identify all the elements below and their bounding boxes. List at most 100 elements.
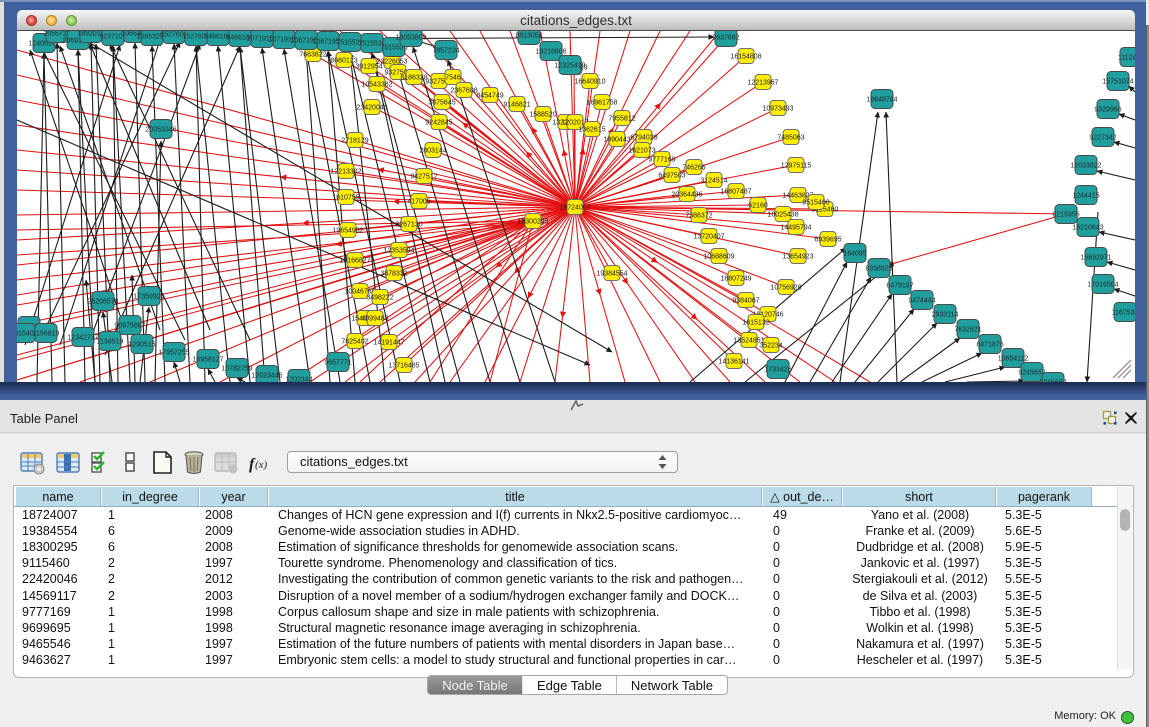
svg-text:2367608: 2367608 <box>450 88 477 95</box>
svg-text:17016504: 17016504 <box>1087 282 1118 289</box>
svg-text:16958127: 16958127 <box>192 357 223 364</box>
svg-text:7625402: 7625402 <box>341 339 368 346</box>
svg-text:18724007: 18724007 <box>559 205 590 212</box>
svg-text:10025438: 10025438 <box>767 212 798 219</box>
svg-text:16053809: 16053809 <box>395 35 426 42</box>
svg-text:12325419: 12325419 <box>554 63 585 70</box>
svg-text:16961758: 16961758 <box>586 100 617 107</box>
svg-text:23420046: 23420046 <box>356 105 387 112</box>
svg-text:9242845: 9242845 <box>425 120 452 127</box>
svg-text:10973493: 10973493 <box>762 106 793 113</box>
svg-text:6939695: 6939695 <box>814 237 841 244</box>
svg-text:352234: 352234 <box>759 343 782 350</box>
svg-text:2637682: 2637682 <box>712 35 739 42</box>
svg-text:9227342: 9227342 <box>1089 135 1116 142</box>
svg-text:16807487: 16807487 <box>720 189 751 196</box>
svg-text:20364436: 20364436 <box>671 192 702 199</box>
svg-text:2933114: 2933114 <box>932 312 959 319</box>
svg-text:2718129: 2718129 <box>341 138 368 145</box>
svg-text:16154808: 16154808 <box>730 54 761 61</box>
svg-text:8471876: 8471876 <box>976 342 1003 349</box>
svg-text:1588520: 1588520 <box>529 112 556 119</box>
svg-text:13654923: 13654923 <box>782 254 813 261</box>
svg-text:9384067: 9384067 <box>732 298 759 305</box>
svg-text:1156819: 1156819 <box>33 331 60 338</box>
svg-text:6794028: 6794028 <box>630 135 657 142</box>
svg-text:1733426: 1733426 <box>764 367 791 374</box>
svg-text:12975115: 12975115 <box>781 163 812 170</box>
svg-text:16210643: 16210643 <box>1072 225 1103 232</box>
svg-text:18807249: 18807249 <box>720 276 751 283</box>
svg-text:12353594: 12353594 <box>383 248 414 255</box>
svg-text:1615132: 1615132 <box>742 320 769 327</box>
svg-text:2803144: 2803144 <box>419 148 446 155</box>
svg-text:13720407: 13720407 <box>693 234 724 241</box>
svg-text:3878332: 3878332 <box>380 271 407 278</box>
svg-text:1621073: 1621073 <box>628 148 655 155</box>
svg-text:19654982: 19654982 <box>332 228 363 235</box>
svg-text:19166827: 19166827 <box>339 258 370 265</box>
svg-text:14136141: 14136141 <box>718 359 749 366</box>
svg-text:9329966: 9329966 <box>1094 107 1121 114</box>
svg-text:9427512: 9427512 <box>410 174 437 181</box>
svg-text:3875645: 3875645 <box>428 100 455 107</box>
svg-text:7857234: 7857234 <box>432 48 459 55</box>
svg-text:9657771: 9657771 <box>324 360 351 367</box>
svg-text:7663822: 7663822 <box>299 52 326 59</box>
svg-text:7485063: 7485063 <box>777 135 804 142</box>
svg-text:1112480: 1112480 <box>1118 55 1135 62</box>
svg-text:7386372: 7386372 <box>685 213 712 220</box>
svg-text:1167533: 1167533 <box>1112 310 1135 317</box>
svg-text:3124514: 3124514 <box>700 178 727 185</box>
svg-text:12213382: 12213382 <box>330 169 361 176</box>
svg-text:6497503: 6497503 <box>658 173 685 180</box>
svg-text:12023446: 12023446 <box>251 373 282 380</box>
svg-text:26206578: 26206578 <box>87 299 118 306</box>
svg-text:8938923: 8938923 <box>865 266 892 273</box>
svg-text:746266: 746266 <box>682 165 705 172</box>
svg-text:4099483: 4099483 <box>361 316 388 323</box>
svg-text:14495794: 14495794 <box>780 225 811 232</box>
svg-text:62160: 62160 <box>748 203 768 210</box>
svg-text:19218906: 19218906 <box>535 49 566 56</box>
svg-text:8660123: 8660123 <box>330 58 357 65</box>
svg-text:10782759: 10782759 <box>221 366 252 373</box>
svg-text:417006: 417006 <box>407 199 430 206</box>
svg-text:16648784: 16648784 <box>866 97 897 104</box>
svg-text:10543382: 10543382 <box>361 82 392 89</box>
svg-text:9146821: 9146821 <box>503 102 530 109</box>
svg-text:6479197: 6479197 <box>886 283 913 290</box>
svg-text:9515460: 9515460 <box>802 200 829 207</box>
svg-text:9777169: 9777169 <box>648 157 675 164</box>
svg-text:13716485: 13716485 <box>388 363 419 370</box>
svg-text:1290515: 1290515 <box>128 342 155 349</box>
svg-text:10654112: 10654112 <box>998 356 1029 363</box>
svg-text:12342737: 12342737 <box>67 335 98 342</box>
svg-text:14191447: 14191447 <box>373 340 404 347</box>
svg-text:8186328: 8186328 <box>400 75 427 82</box>
svg-text:10756928: 10756928 <box>770 285 801 292</box>
svg-text:7955812: 7955812 <box>608 116 635 123</box>
svg-text:8215955: 8215955 <box>1052 212 1079 219</box>
svg-text:164095: 164095 <box>843 251 866 258</box>
svg-text:15692971: 15692971 <box>1080 255 1111 262</box>
svg-text:1244415: 1244415 <box>1072 193 1099 200</box>
svg-text:10688609: 10688609 <box>703 254 734 261</box>
svg-text:16640910: 16640910 <box>574 79 605 86</box>
svg-text:8454749: 8454749 <box>476 93 503 100</box>
svg-text:3498222: 3498222 <box>366 295 393 302</box>
svg-text:7546: 7546 <box>445 75 461 82</box>
svg-text:1610755: 1610755 <box>332 195 359 202</box>
svg-text:18300295: 18300295 <box>517 219 548 226</box>
svg-text:90975887: 90975887 <box>114 323 145 330</box>
svg-text:3267130: 3267130 <box>395 222 422 229</box>
svg-text:17359924: 17359924 <box>133 294 164 301</box>
svg-text:(x): (x) <box>255 459 268 471</box>
svg-text:17957255: 17957255 <box>158 350 189 357</box>
svg-text:15751074: 15751074 <box>1102 79 1133 86</box>
svg-text:9474444: 9474444 <box>908 298 935 305</box>
svg-text:20053346: 20053346 <box>145 127 176 134</box>
svg-text:1134519: 1134519 <box>97 339 124 346</box>
svg-text:19384554: 19384554 <box>596 271 627 278</box>
svg-text:8813054: 8813054 <box>515 33 542 40</box>
